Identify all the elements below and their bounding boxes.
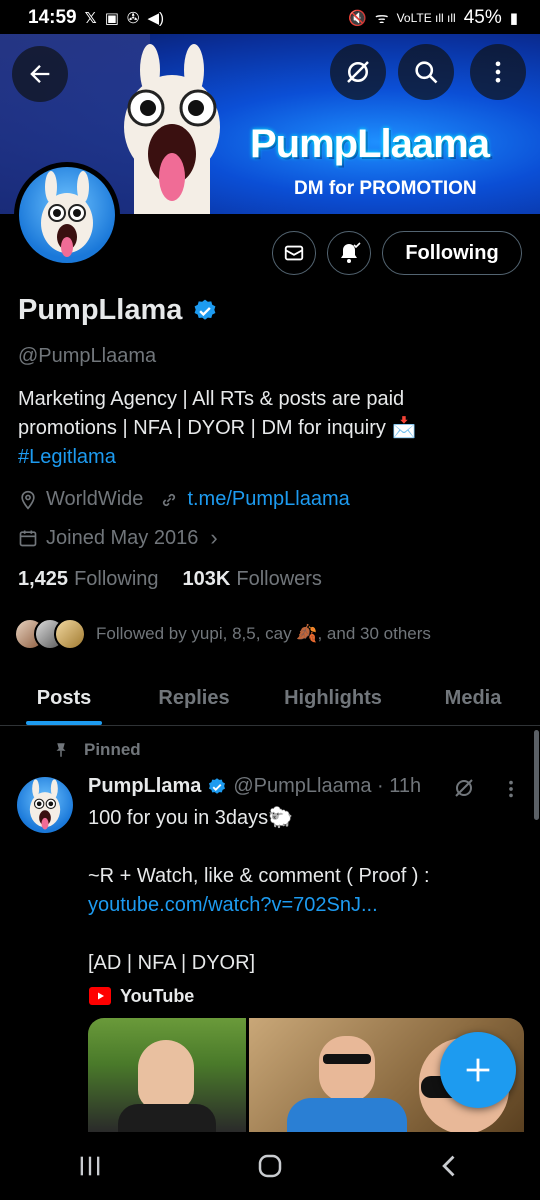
- profile-handle: @PumpLlaama: [18, 345, 157, 367]
- search-button[interactable]: [398, 44, 454, 100]
- notification-icon: ▣: [104, 10, 119, 27]
- system-navigation-bar: [0, 1132, 540, 1200]
- pin-icon: [56, 743, 66, 757]
- banner-title: PumpLlaama: [250, 122, 490, 166]
- app-icon: ✇: [126, 10, 140, 27]
- banner-subtitle: DM for PROMOTION: [294, 178, 477, 199]
- profile-name-row: PumpLlama: [18, 294, 218, 327]
- tab-media[interactable]: Media: [406, 672, 540, 725]
- plus-icon: [466, 1058, 490, 1082]
- llama-avatar-image: [41, 171, 93, 257]
- back-nav-icon[interactable]: [436, 1152, 464, 1180]
- profile-joined-row[interactable]: Joined May 2016 ›: [18, 525, 218, 551]
- grok-icon: [455, 779, 473, 797]
- tab-replies[interactable]: Replies: [128, 672, 260, 725]
- pinned-label: Pinned: [84, 740, 141, 759]
- link-card-source-name: YouTube: [120, 985, 195, 1006]
- post-more-button[interactable]: [500, 778, 522, 805]
- bio-line: Marketing Agency | All RTs & posts are p…: [18, 388, 405, 410]
- more-button[interactable]: [470, 44, 526, 100]
- calendar-icon: [19, 530, 37, 547]
- post-handle-time: @PumpLlaama · 11h: [233, 775, 422, 797]
- search-icon: [415, 61, 438, 84]
- compose-post-button[interactable]: [440, 1032, 516, 1108]
- youtube-icon: [89, 987, 111, 1005]
- message-button[interactable]: [272, 231, 316, 275]
- tab-posts[interactable]: Posts: [0, 672, 128, 725]
- x-app-icon: 𝕏: [84, 10, 97, 27]
- post-header: PumpLlama @PumpLlaama · 11h: [88, 775, 421, 798]
- post-author-name[interactable]: PumpLlama: [88, 775, 201, 798]
- bio-hashtag-link[interactable]: #Legitlama: [18, 443, 518, 472]
- volume-icon: ◀): [147, 10, 164, 27]
- profile-tabs: Posts Replies Highlights Media: [0, 672, 540, 726]
- grok-button[interactable]: [330, 44, 386, 100]
- location-icon: [21, 490, 35, 510]
- post-body: 100 for you in 3days🐑 ~R + Watch, like &…: [88, 804, 508, 978]
- verified-badge-icon: [194, 299, 216, 320]
- scrollbar[interactable]: [534, 730, 539, 820]
- llama-illustration: [124, 44, 220, 214]
- profile-website-link[interactable]: t.me/PumpLlaama: [187, 488, 349, 511]
- profile-location: WorldWide: [46, 488, 144, 510]
- grok-icon: [347, 61, 369, 83]
- post-grok-button[interactable]: [452, 776, 476, 805]
- status-time: 14:59: [28, 7, 77, 28]
- home-icon[interactable]: [255, 1151, 285, 1181]
- followers-count-link[interactable]: 103K Followers: [183, 568, 322, 591]
- mute-icon: 🔇: [348, 10, 367, 27]
- signal-icon: VoLTE ıll ıll: [396, 11, 456, 25]
- more-vertical-icon: [495, 61, 501, 83]
- post-line: [AD | NFA | DYOR]: [88, 952, 256, 974]
- thumbnail-image: [88, 1018, 246, 1132]
- mail-icon: [284, 245, 304, 261]
- pinned-indicator: Pinned: [52, 740, 141, 760]
- followed-by-row[interactable]: Followed by yupi, 8,5, cay 🍂, and 30 oth…: [14, 618, 431, 650]
- post-line: ~R + Watch, like & comment ( Proof ) :: [88, 865, 430, 887]
- profile-avatar[interactable]: [14, 162, 120, 268]
- battery-percent: 45%: [463, 7, 502, 28]
- following-button[interactable]: Following: [382, 231, 522, 275]
- wifi-icon: ᯤ: [374, 10, 389, 27]
- back-button[interactable]: [12, 46, 68, 102]
- status-bar: 14:59 𝕏 ▣ ✇ ◀) 🔇 ᯤ VoLTE ıll ıll 45% ▮: [0, 0, 540, 36]
- profile-meta-row: WorldWide t.me/PumpLlaama: [18, 488, 350, 511]
- more-vertical-icon: [509, 780, 513, 798]
- avatar: [54, 618, 86, 650]
- followed-by-text: Followed by yupi, 8,5, cay 🍂, and 30 oth…: [96, 624, 431, 643]
- link-icon: [163, 493, 176, 506]
- llama-avatar-image: [29, 779, 61, 830]
- profile-name: PumpLlama: [18, 294, 183, 326]
- bell-check-icon: [341, 242, 361, 263]
- chevron-right-icon: ›: [210, 525, 218, 550]
- post-author-avatar[interactable]: [17, 777, 73, 833]
- bio-line: promotions | NFA | DYOR | DM for inquiry…: [18, 417, 417, 439]
- following-count-link[interactable]: 1,425 Following: [18, 568, 159, 591]
- tab-highlights[interactable]: Highlights: [260, 672, 406, 725]
- recent-apps-icon[interactable]: [76, 1152, 104, 1180]
- verified-badge-icon: [209, 777, 226, 794]
- follow-counts: 1,425 Following 103K Followers: [18, 568, 322, 591]
- battery-icon: ▮: [509, 10, 518, 27]
- arrow-left-icon: [30, 65, 50, 83]
- notifications-button[interactable]: [327, 231, 371, 275]
- link-card-source: YouTube: [88, 984, 194, 1008]
- post-youtube-link[interactable]: youtube.com/watch?v=702SnJ...: [88, 891, 508, 920]
- profile-joined: Joined May 2016: [46, 526, 199, 549]
- profile-bio: Marketing Agency | All RTs & posts are p…: [18, 385, 518, 472]
- post-line: 100 for you in 3days🐑: [88, 807, 294, 829]
